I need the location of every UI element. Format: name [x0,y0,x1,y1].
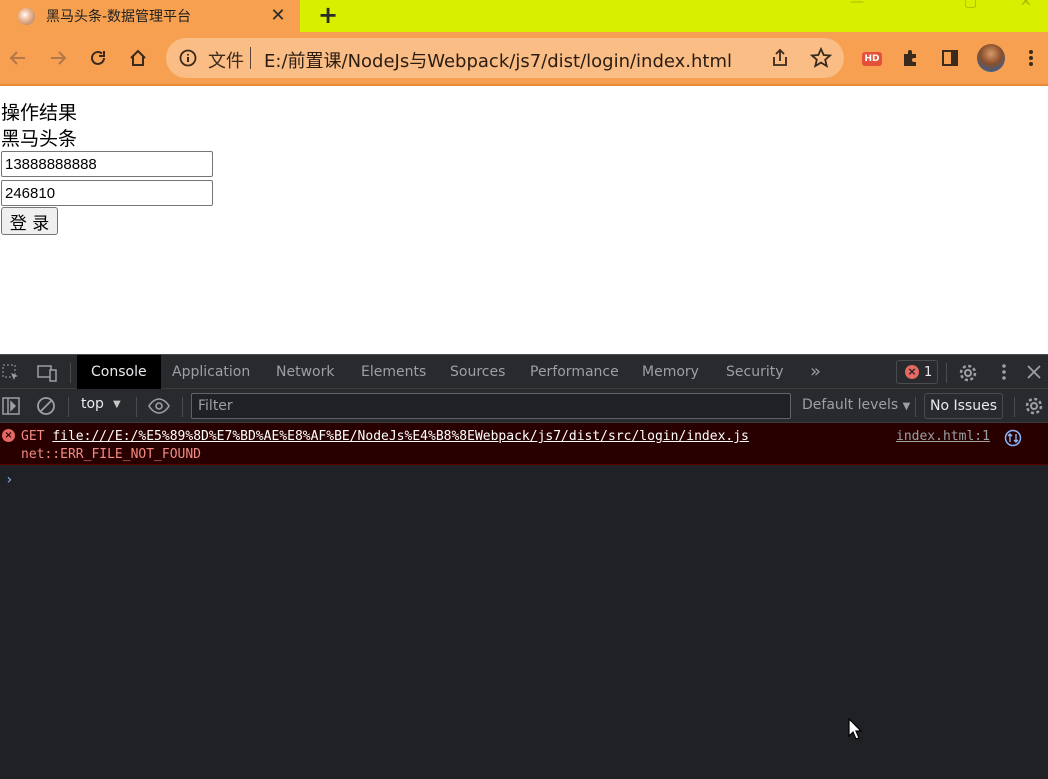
tab-memory[interactable]: Memory [642,355,699,389]
devtools-menu-icon[interactable] [1001,363,1007,381]
hd-extension-icon[interactable]: HD [862,52,882,66]
tab-console[interactable]: Console [77,355,161,389]
profile-avatar[interactable] [977,44,1005,72]
tab-title: 黑马头条-数据管理平台 [46,9,192,25]
tab-application[interactable]: Application [172,355,250,389]
bookmark-star-icon[interactable] [809,46,833,73]
site-heading: 黑马头条 [1,128,78,150]
issues-button[interactable]: No Issues [924,393,1003,419]
address-url[interactable]: E:/前置课/NodeJs与Webpack/js7/dist/login/ind… [264,47,732,73]
address-scheme-label: 文件 [208,51,244,72]
log-levels-dropdown[interactable]: Default levels ▼ [802,397,910,413]
console-filter-input[interactable]: Filter [191,393,791,419]
browser-tab-active[interactable]: 黑马头条-数据管理平台 ✕ [0,0,300,32]
error-circle-icon: × [905,365,919,379]
forward-arrow-icon[interactable] [46,46,70,70]
window-close-icon[interactable]: ✕ [1020,0,1032,10]
devtools-close-icon[interactable] [1026,364,1042,380]
page-viewport: 操作结果 黑马头条 登 录 [0,86,1048,354]
phone-input[interactable] [1,151,213,177]
more-tabs-chevron-icon[interactable]: » [810,355,821,389]
window-minimize-icon[interactable]: — [850,0,864,10]
browser-menu-icon[interactable] [1019,46,1043,70]
share-icon[interactable] [770,48,790,72]
tab-close-icon[interactable]: ✕ [268,4,288,28]
error-icon: × [2,429,15,442]
error-request-line: GET file:///E:/%E5%89%8D%E7%BD%AE%E8%AF%… [21,429,749,444]
new-tab-button[interactable]: + [316,0,340,32]
error-count: 1 [924,364,933,380]
tab-network[interactable]: Network [276,355,334,389]
context-caret-icon[interactable]: ▼ [113,399,121,410]
home-icon[interactable] [126,46,150,70]
console-prompt[interactable]: › [5,472,13,488]
devtools-tab-bar: Console Application Network Elements Sou… [0,354,1048,389]
inspect-element-icon[interactable] [2,364,20,382]
clear-console-icon[interactable] [36,396,56,416]
error-text: net::ERR_FILE_NOT_FOUND [21,447,202,462]
tab-security[interactable]: Security [726,355,784,389]
settings-gear-icon[interactable] [958,363,978,383]
address-bar[interactable]: 文件 E:/前置课/NodeJs与Webpack/js7/dist/login/… [166,38,844,78]
context-selector[interactable]: top [81,396,104,412]
window-maximize-icon[interactable]: ▢ [964,0,977,10]
console-error-message: × GET file:///E:/%E5%89%8D%E7%BD%AE%E8%A… [0,423,1048,465]
tab-sources[interactable]: Sources [450,355,505,389]
tab-elements[interactable]: Elements [361,355,426,389]
tab-strip: 黑马头条-数据管理平台 ✕ + — ▢ ✕ [0,0,1048,32]
error-count-badge[interactable]: × 1 [896,360,938,384]
network-request-icon[interactable] [1004,429,1022,451]
address-separator [250,47,251,69]
browser-toolbar: 文件 E:/前置课/NodeJs与Webpack/js7/dist/login/… [0,32,1048,86]
extensions-puzzle-icon[interactable] [898,46,922,70]
device-toolbar-icon[interactable] [37,364,57,382]
live-expression-eye-icon[interactable] [147,397,171,415]
back-arrow-icon[interactable] [6,46,30,70]
console-filter-bar: top ▼ Filter Default levels ▼ No Issues [0,389,1048,423]
reload-icon[interactable] [86,46,110,70]
side-panel-icon[interactable] [938,46,962,70]
result-heading: 操作结果 [1,102,78,124]
devtools-panel: Console Application Network Elements Sou… [0,354,1048,779]
request-method: GET [21,429,45,444]
request-url-link[interactable]: file:///E:/%E5%89%8D%E7%BD%AE%E8%AF%BE/N… [52,429,749,444]
site-info-icon[interactable] [178,48,198,68]
source-location-link[interactable]: index.html:1 [896,429,990,444]
mouse-cursor-icon [848,717,863,744]
code-input[interactable] [1,180,213,206]
sidebar-toggle-icon[interactable] [2,397,22,415]
site-favicon-icon [18,7,35,25]
tab-performance[interactable]: Performance [530,355,619,389]
console-settings-gear-icon[interactable] [1024,396,1044,416]
login-button[interactable]: 登 录 [1,207,58,235]
